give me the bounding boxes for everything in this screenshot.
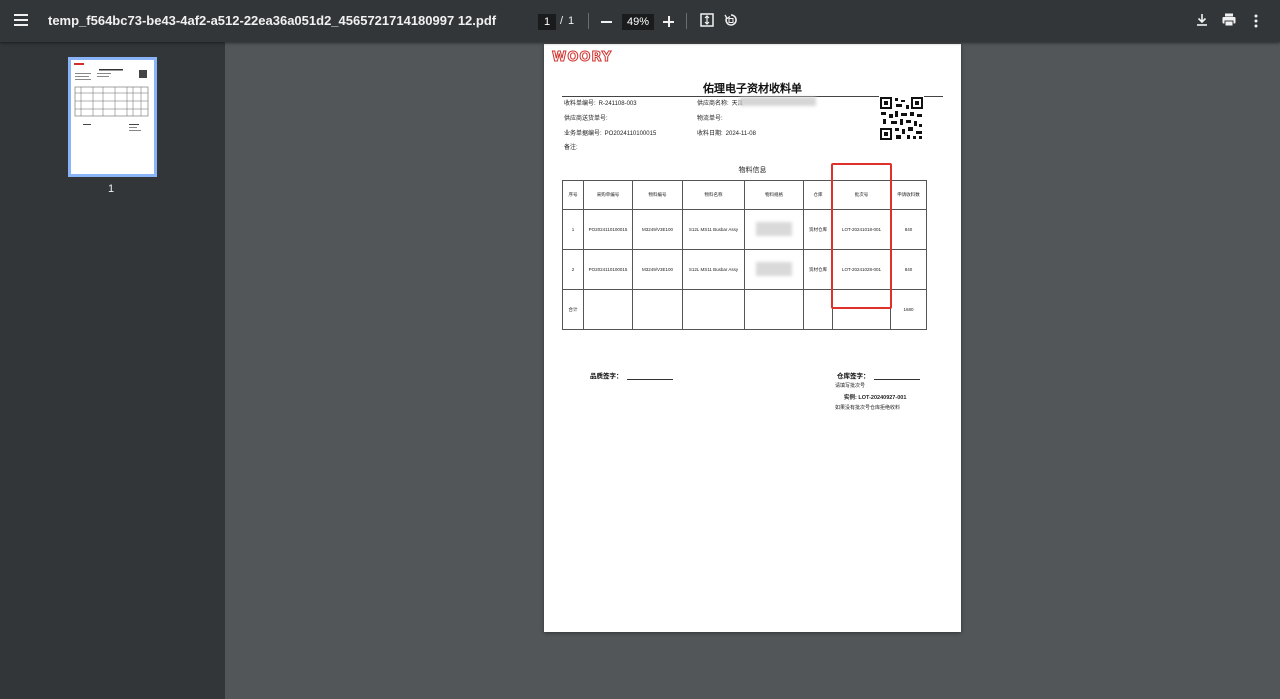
material-info-title: 物料信息: [738, 167, 767, 174]
table-cell: 1: [562, 209, 584, 250]
menu-icon[interactable]: [12, 11, 36, 31]
column-header: 申请收料数: [890, 180, 927, 210]
receipt-no-field: 收料单编号: R-241108-003: [564, 101, 637, 107]
document-filename: temp_f564bc73-be43-4af2-a512-22ea36a051d…: [48, 13, 497, 28]
table-cell: 资材仓库: [803, 209, 833, 250]
zoom-out-button[interactable]: [600, 11, 614, 31]
delivery-no-field: 供应商送货单号:: [564, 116, 608, 122]
zoom-input[interactable]: 49%: [622, 14, 654, 30]
table-cell: PO2024110100015: [583, 249, 633, 290]
warehouse-signature: 仓库签字：: [837, 370, 920, 380]
table-cell: 840: [890, 209, 927, 250]
print-icon[interactable]: [1221, 12, 1237, 28]
pdf-page: WOORY 佑理电子资材收料单 收料单编号: R-241108-003 供应商名称…: [544, 44, 961, 632]
batch-column-highlight: [831, 163, 892, 309]
table-cell: [744, 209, 804, 250]
redacted-spec: [756, 262, 792, 276]
batch-note: 请填写批次号: [835, 383, 866, 389]
table-cell: 840: [890, 249, 927, 290]
column-header: 物料编号: [632, 180, 683, 210]
page-thumbnail[interactable]: [68, 57, 157, 177]
reject-note: 如果没有批次号仓库拒绝收料: [835, 405, 901, 411]
column-header: 序号: [562, 180, 584, 210]
logistics-no-field: 物流单号:: [697, 116, 723, 122]
remark-field: 备注:: [564, 145, 578, 151]
column-header: 物料名称: [682, 180, 745, 210]
table-cell: S12L MS11 Busbar Assy: [682, 249, 745, 290]
thumbnail-page-number: 1: [108, 183, 115, 195]
table-cell: [583, 289, 633, 330]
table-cell: PO2024110100015: [583, 209, 633, 250]
thumbnail-preview: [74, 63, 149, 131]
table-cell: S12L MS11 Busbar Assy: [682, 209, 745, 250]
total-quantity: 1680: [890, 289, 927, 330]
toolbar-divider: [686, 13, 687, 29]
redacted-supplier: [740, 97, 816, 106]
redacted-spec: [756, 222, 792, 236]
table-cell: [803, 289, 833, 330]
rotate-icon[interactable]: [724, 13, 738, 27]
column-header: 物料规格: [744, 180, 804, 210]
quality-signature: 品质签字：: [590, 370, 673, 380]
column-header: 仓库: [803, 180, 833, 210]
zoom-in-button[interactable]: [662, 11, 676, 31]
receipt-date-field: 收料日期: 2024-11-08: [697, 131, 756, 137]
total-label: 合计: [562, 289, 584, 330]
table-cell: 2: [562, 249, 584, 290]
table-cell: [682, 289, 745, 330]
table-cell: M3249/V3E100: [632, 249, 683, 290]
company-logo: WOORY: [551, 50, 613, 66]
toolbar-divider: [588, 13, 589, 29]
table-cell: 资材仓库: [803, 249, 833, 290]
page-separator: /: [560, 15, 564, 27]
pdf-toolbar: temp_f564bc73-be43-4af2-a512-22ea36a051d…: [0, 0, 1280, 42]
fit-to-page-icon[interactable]: [700, 13, 714, 27]
page-number-input[interactable]: 1: [538, 14, 556, 30]
example-line: 实例: LOT-20240927-001: [844, 395, 907, 401]
document-title: 佑理电子资材收料单: [703, 83, 802, 95]
business-no-field: 业务单据编号: PO2024110100015: [564, 131, 657, 137]
table-cell: [744, 289, 804, 330]
total-pages: 1: [568, 15, 575, 27]
more-options-icon[interactable]: [1250, 12, 1262, 30]
column-header: 采购单编号: [583, 180, 633, 210]
table-cell: M3249/V3E100: [632, 209, 683, 250]
download-icon[interactable]: [1194, 12, 1210, 28]
qr-code: [879, 96, 924, 141]
supplier-field: 供应商名称: 天津: [697, 101, 744, 107]
table-cell: [632, 289, 683, 330]
table-cell: [744, 249, 804, 290]
